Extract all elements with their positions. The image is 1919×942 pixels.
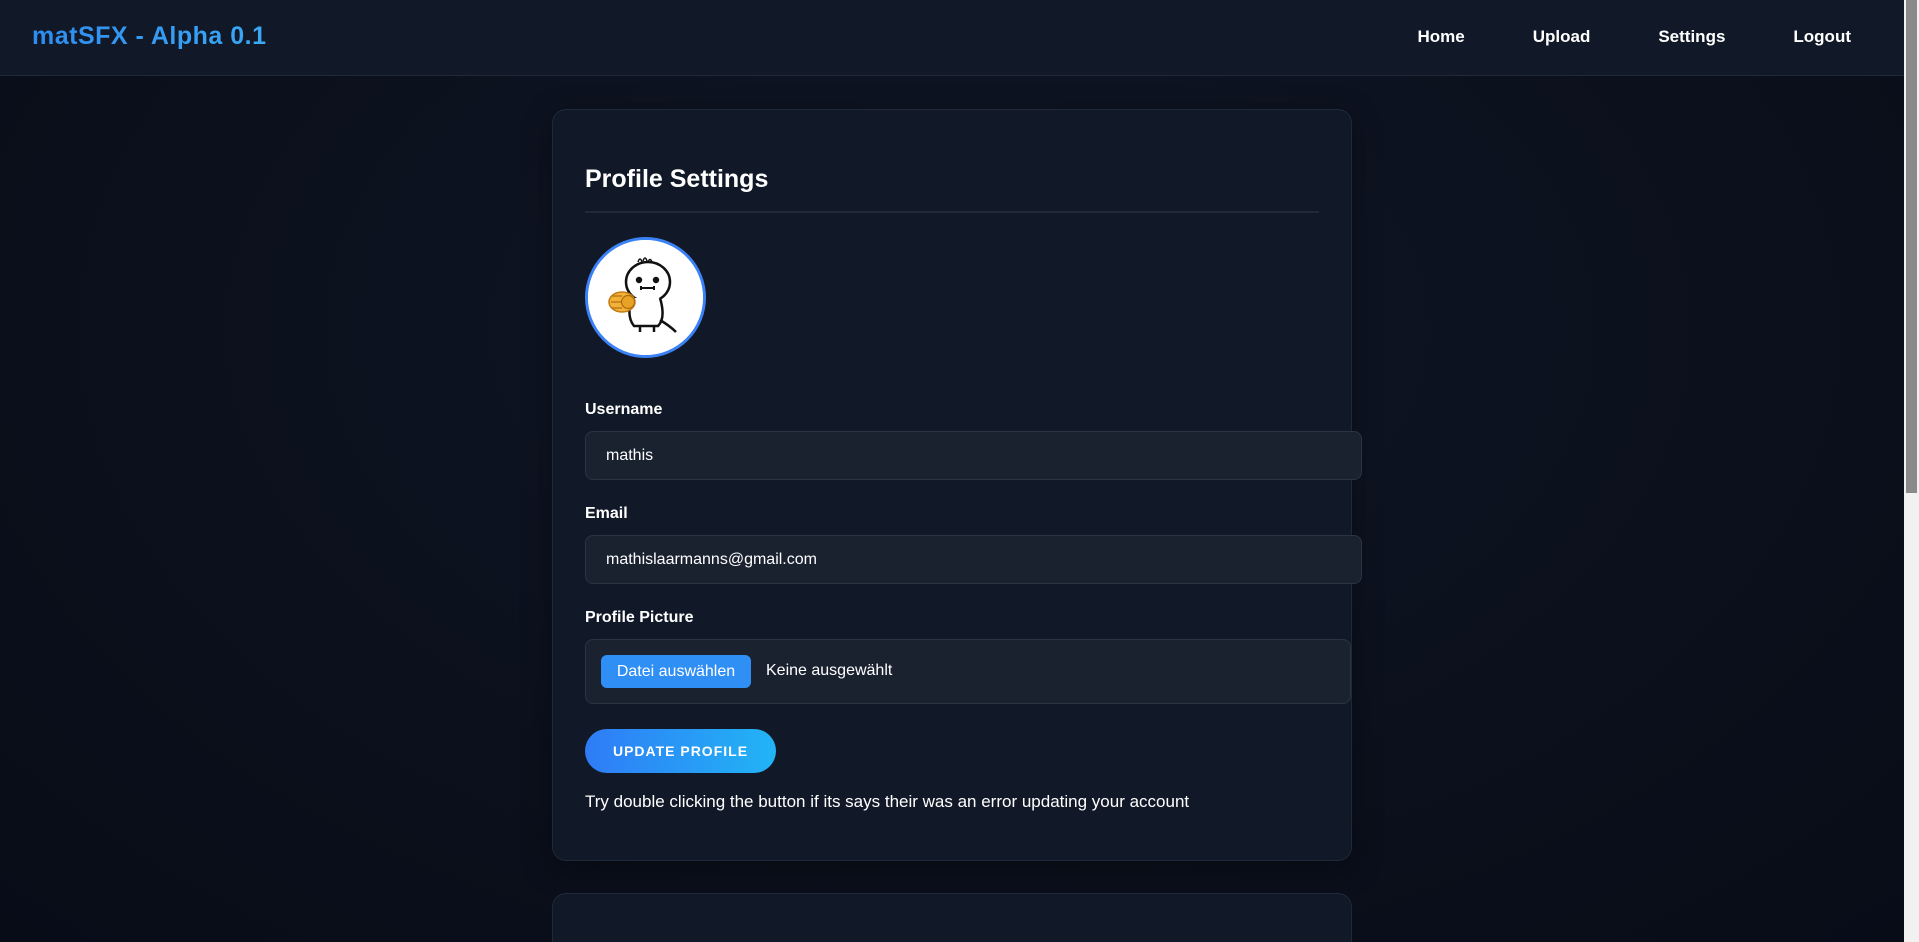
brand-logo[interactable]: matSFX - Alpha 0.1 <box>32 22 267 51</box>
file-status-text: Keine ausgewählt <box>766 662 893 679</box>
profile-picture-file-input[interactable]: Datei auswählen Keine ausgewählt <box>585 639 1351 704</box>
nav-home-link[interactable]: Home <box>1418 27 1465 47</box>
title-divider <box>585 211 1319 213</box>
page-title: Profile Settings <box>585 165 769 193</box>
username-input[interactable] <box>585 431 1362 480</box>
nav-upload-link[interactable]: Upload <box>1533 27 1591 47</box>
page: matSFX - Alpha 0.1 Home Upload Settings … <box>0 0 1919 942</box>
email-label: Email <box>585 505 628 522</box>
scrollbar-thumb[interactable] <box>1906 0 1917 493</box>
profile-picture-label: Profile Picture <box>585 609 694 626</box>
navbar: matSFX - Alpha 0.1 Home Upload Settings … <box>0 0 1904 76</box>
nav-links: Home Upload Settings Logout <box>1350 27 1852 47</box>
scrollbar[interactable] <box>1904 0 1919 942</box>
nav-logout-link[interactable]: Logout <box>1793 27 1851 47</box>
email-input[interactable] <box>585 535 1362 584</box>
username-label: Username <box>585 401 663 418</box>
choose-file-button[interactable]: Datei auswählen <box>601 655 751 688</box>
profile-picture-icon <box>588 240 703 355</box>
update-hint-text: Try double clicking the button if its sa… <box>585 792 1190 811</box>
update-profile-button[interactable]: UPDATE PROFILE <box>585 729 776 773</box>
profile-settings-card: Profile Settings Username mathis Email m… <box>552 109 1362 861</box>
avatar <box>585 237 706 358</box>
secondary-card <box>552 893 1352 942</box>
nav-settings-link[interactable]: Settings <box>1658 27 1725 47</box>
